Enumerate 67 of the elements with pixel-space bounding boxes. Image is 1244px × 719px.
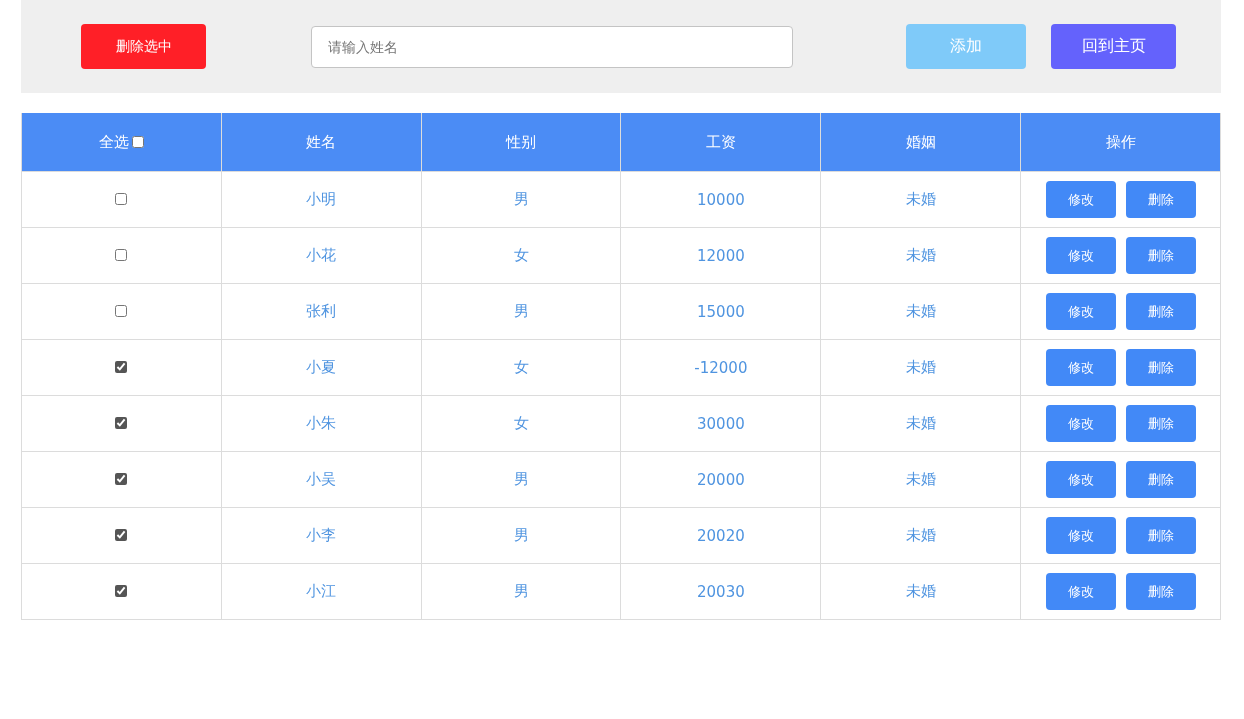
row-checkbox[interactable] — [115, 584, 128, 597]
table-cell: 未婚 — [820, 283, 1021, 340]
delete-button[interactable]: 删除 — [1125, 461, 1196, 498]
table-cell: 小江 — [221, 563, 422, 620]
edit-button[interactable]: 修改 — [1045, 293, 1116, 330]
edit-button[interactable]: 修改 — [1045, 181, 1116, 218]
row-checkbox[interactable] — [115, 360, 128, 373]
row-checkbox[interactable] — [115, 472, 128, 485]
table-cell: 未婚 — [820, 563, 1021, 620]
table-cell: 男 — [421, 451, 621, 508]
table-cell: 未婚 — [820, 507, 1021, 564]
edit-button[interactable]: 修改 — [1045, 405, 1116, 442]
select-all-checkbox[interactable] — [131, 136, 144, 148]
table-cell: 20020 — [621, 507, 821, 564]
row-checkbox[interactable] — [115, 304, 128, 317]
table-cell: 小夏 — [221, 339, 422, 396]
add-button[interactable]: 添加 — [906, 24, 1026, 69]
column-header: 操作 — [1020, 113, 1221, 172]
table-cell: 小明 — [221, 171, 422, 228]
table-cell: 20000 — [621, 451, 821, 508]
row-checkbox[interactable] — [115, 248, 128, 261]
select-all-label: 全选 — [98, 132, 129, 152]
row-checkbox[interactable] — [115, 192, 128, 205]
table-cell: 男 — [421, 563, 621, 620]
edit-button[interactable]: 修改 — [1045, 237, 1116, 274]
edit-button[interactable]: 修改 — [1045, 461, 1116, 498]
delete-button[interactable]: 删除 — [1125, 573, 1196, 610]
delete-button[interactable]: 删除 — [1125, 237, 1196, 274]
delete-button[interactable]: 删除 — [1125, 517, 1196, 554]
name-search-field[interactable]: 请输入姓名 — [311, 25, 793, 68]
table-cell: 张利 — [221, 283, 422, 340]
delete-button[interactable]: 删除 — [1125, 293, 1196, 330]
table-cell: 20030 — [621, 563, 821, 620]
table-cell: 小花 — [221, 227, 422, 284]
table-cell: 12000 — [621, 227, 821, 284]
table-cell: -12000 — [621, 339, 821, 396]
delete-button[interactable]: 删除 — [1125, 349, 1196, 386]
table-cell: 未婚 — [820, 171, 1021, 228]
table-cell: 未婚 — [820, 451, 1021, 508]
table-cell: 小朱 — [221, 395, 422, 452]
table-cell: 男 — [421, 171, 621, 228]
table-cell: 30000 — [621, 395, 821, 452]
row-checkbox[interactable] — [115, 528, 128, 541]
table-cell: 未婚 — [820, 339, 1021, 396]
table-cell: 男 — [421, 283, 621, 340]
table-cell: 未婚 — [820, 395, 1021, 452]
table-cell: 未婚 — [820, 227, 1021, 284]
column-header: 姓名 — [221, 113, 422, 172]
column-header: 婚姻 — [820, 113, 1021, 172]
table-cell: 女 — [421, 227, 621, 284]
home-button[interactable]: 回到主页 — [1051, 24, 1176, 69]
edit-button[interactable]: 修改 — [1045, 573, 1116, 610]
table-cell: 男 — [421, 507, 621, 564]
table-cell: 女 — [421, 395, 621, 452]
delete-button[interactable]: 删除 — [1125, 181, 1196, 218]
table-cell: 小李 — [221, 507, 422, 564]
table-cell: 女 — [421, 339, 621, 396]
table-cell: 10000 — [621, 171, 821, 228]
table-cell: 小吴 — [221, 451, 422, 508]
table-cell: 15000 — [621, 283, 821, 340]
delete-selected-button[interactable]: 删除选中 — [81, 24, 206, 69]
column-header: 工资 — [621, 113, 821, 172]
edit-button[interactable]: 修改 — [1045, 349, 1116, 386]
row-checkbox[interactable] — [115, 416, 128, 429]
delete-button[interactable]: 删除 — [1125, 405, 1196, 442]
edit-button[interactable]: 修改 — [1045, 517, 1116, 554]
column-header: 性别 — [421, 113, 621, 172]
